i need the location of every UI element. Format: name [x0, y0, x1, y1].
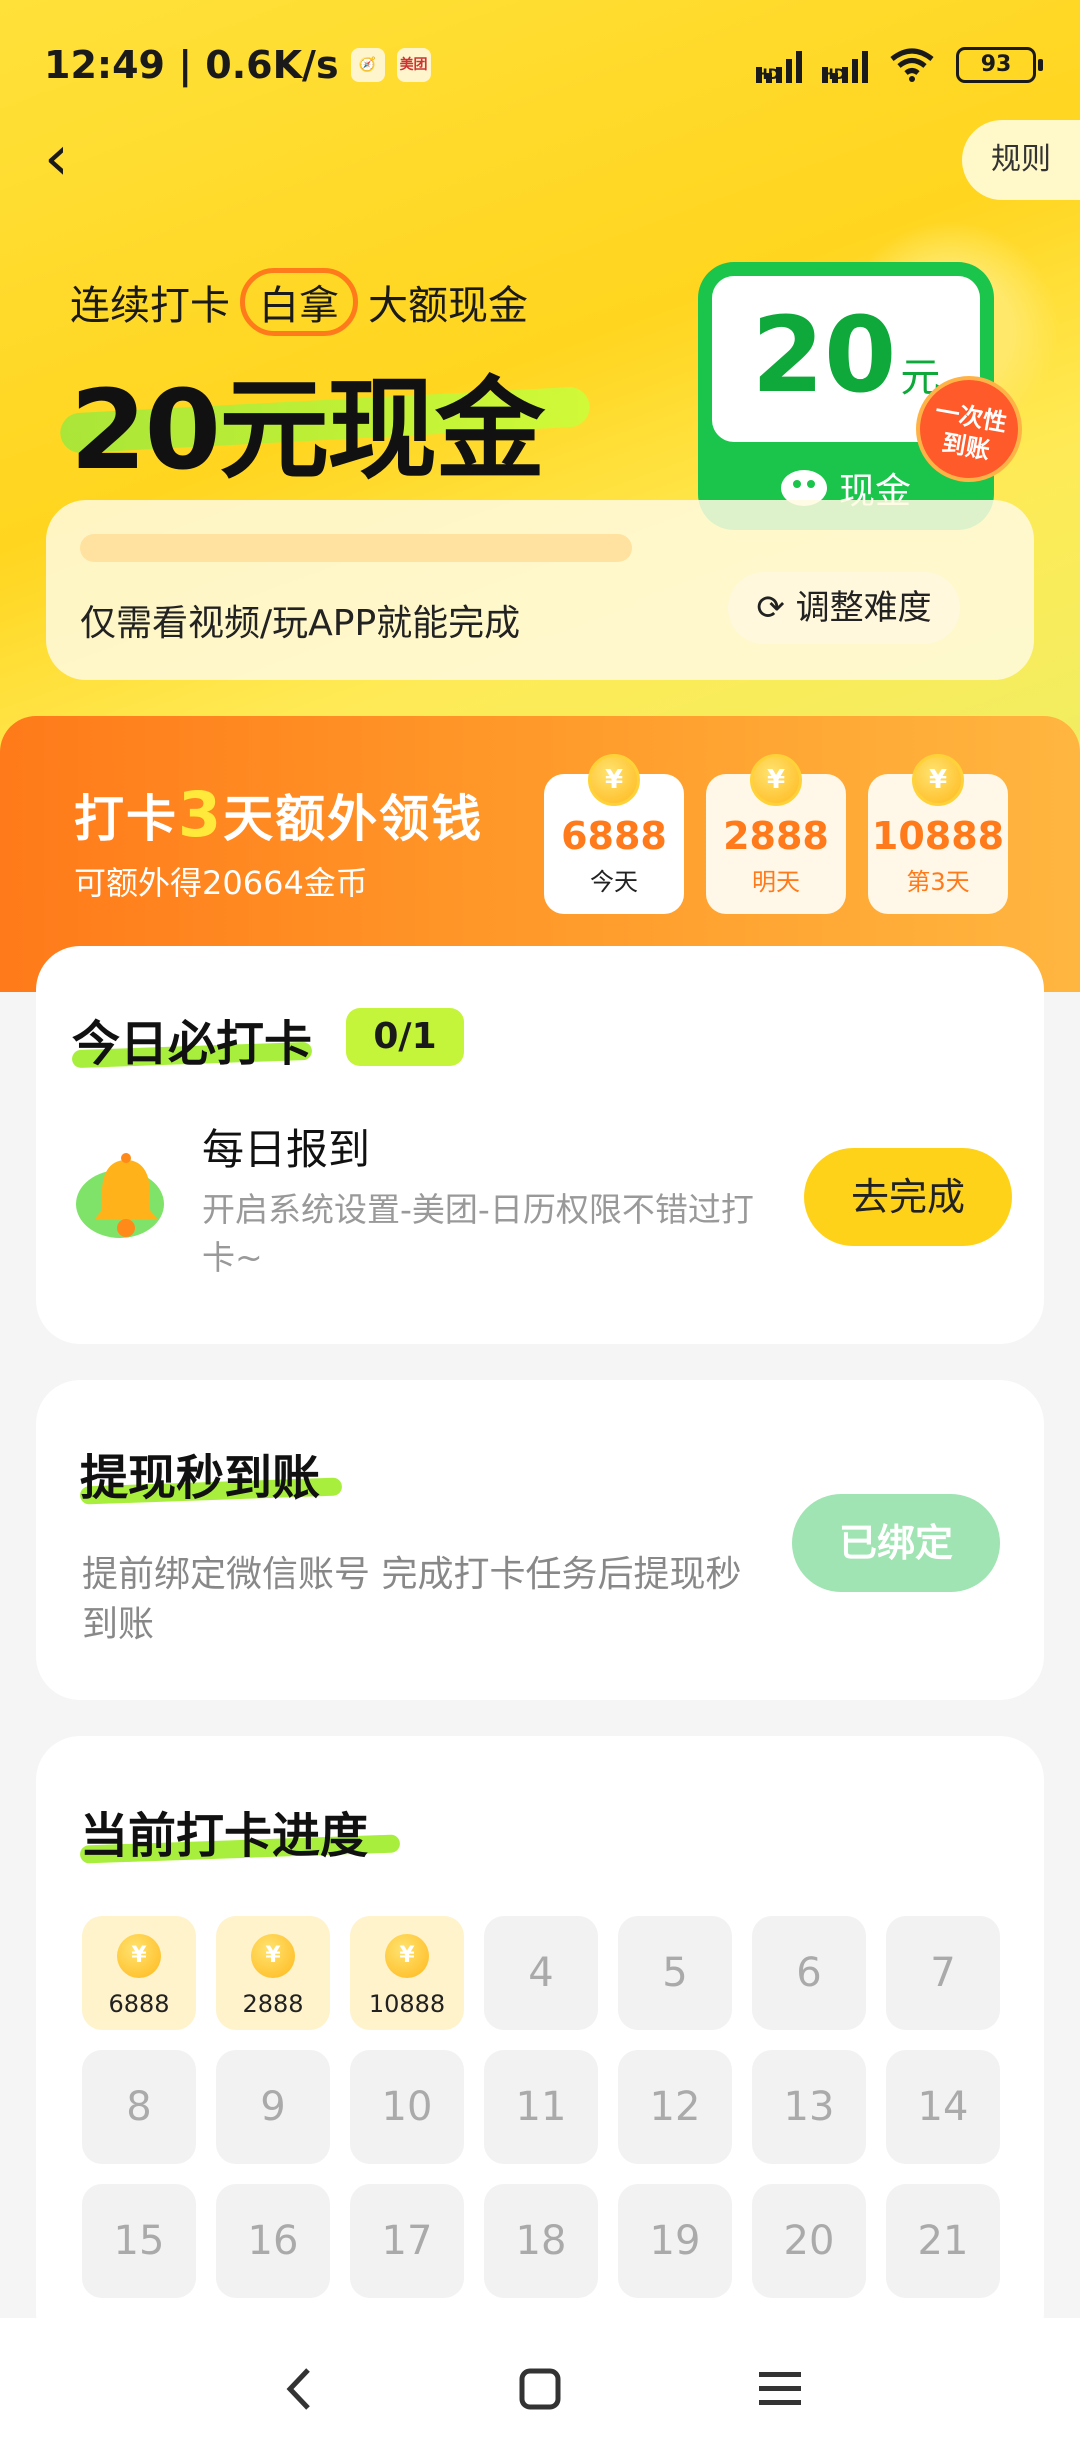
bonus-day-card: ¥ 10888 第3天	[868, 754, 1008, 914]
cash-amount: 20	[751, 294, 897, 416]
progress-cell-done: ¥10888	[350, 1916, 464, 2030]
progress-cell: 10	[350, 2050, 464, 2164]
menu-icon	[759, 2372, 801, 2405]
bound-button[interactable]: 已绑定	[792, 1494, 1000, 1592]
withdraw-desc: 提前绑定微信账号 完成打卡任务后提现秒到账	[82, 1554, 742, 1645]
bonus-day-label: 明天	[752, 868, 800, 896]
notification-app-icon: 🧭	[350, 48, 385, 82]
progress-cell-value: 10888	[368, 1990, 446, 2018]
coin-icon: ¥	[750, 754, 802, 806]
nav-home-button[interactable]	[500, 2349, 580, 2429]
status-time: 12:49 | 0.6K/s	[44, 43, 339, 87]
coin-icon: ¥	[117, 1934, 161, 1978]
bonus-day-value: 10888	[871, 814, 1005, 858]
bonus-title-prefix: 打卡	[74, 790, 178, 848]
checkin-item-title: 每日报到	[202, 1125, 371, 1174]
progress-cell-value: 6888	[108, 1990, 170, 2018]
progress-cell-value: 2888	[242, 1990, 304, 2018]
progress-cell: 7	[886, 1916, 1000, 2030]
progress-title: 当前打卡进度	[80, 1808, 369, 1864]
checkin-item-desc: 开启系统设置-美团-日历权限不错过打卡~	[202, 1190, 754, 1277]
progress-cell: 14	[886, 2050, 1000, 2164]
rules-button[interactable]: 规则	[962, 120, 1080, 200]
progress-cell: 13	[752, 2050, 866, 2164]
progress-cell: 11	[484, 2050, 598, 2164]
signal-icon-2: HD	[822, 47, 868, 83]
headline-sub-suffix: 大额现金	[368, 283, 528, 329]
progress-cell: 9	[216, 2050, 330, 2164]
task-hint: 仅需看视频/玩APP就能完成	[80, 603, 521, 644]
adjust-difficulty-button[interactable]: ⟳ 调整难度	[728, 572, 960, 644]
bonus-day-value: 2888	[723, 814, 829, 858]
coin-icon: ¥	[588, 754, 640, 806]
progress-cell: 21	[886, 2184, 1000, 2298]
meituan-app-icon: 美团	[396, 48, 431, 82]
bonus-day-label: 第3天	[906, 868, 970, 896]
progress-cell: 4	[484, 1916, 598, 2030]
bonus-subtitle: 可额外得20664金币	[74, 864, 368, 902]
progress-cell: 15	[82, 2184, 196, 2298]
daily-title: 今日必打卡	[72, 1016, 313, 1072]
bonus-title-num: 3	[178, 778, 224, 851]
headline-subtitle: 连续打卡 白拿 大额现金	[70, 268, 528, 336]
progress-cell: 17	[350, 2184, 464, 2298]
nav-back-button[interactable]	[260, 2349, 340, 2429]
signal-icon: HD	[756, 47, 802, 83]
nav-menu-button[interactable]	[740, 2349, 820, 2429]
progress-cell: 8	[82, 2050, 196, 2164]
battery-icon: 93	[956, 47, 1043, 83]
wifi-icon	[890, 48, 934, 82]
progress-bar	[80, 534, 632, 562]
progress-cell: 16	[216, 2184, 330, 2298]
bonus-title: 打卡3天额外领钱	[74, 778, 483, 851]
progress-cell: 12	[618, 2050, 732, 2164]
system-nav-bar	[0, 2318, 1080, 2460]
headline-sub-highlight: 白拿	[240, 268, 358, 336]
bell-icon	[76, 1153, 164, 1238]
progress-cell-done: ¥6888	[82, 1916, 196, 2030]
coin-icon: ¥	[385, 1934, 429, 1978]
bonus-day-card: ¥ 6888 今天	[544, 754, 684, 914]
progress-cell: 20	[752, 2184, 866, 2298]
progress-cell: 18	[484, 2184, 598, 2298]
refresh-icon: ⟳	[756, 588, 785, 628]
headline-title: 20元现金	[70, 366, 545, 494]
progress-cell: 6	[752, 1916, 866, 2030]
headline-sub-prefix: 连续打卡	[70, 283, 230, 329]
bonus-day-value: 6888	[561, 814, 667, 858]
bonus-day-card: ¥ 2888 明天	[706, 754, 846, 914]
bonus-day-label: 今天	[590, 868, 638, 896]
back-icon	[286, 2368, 310, 2410]
daily-count-badge: 0/1	[346, 1008, 464, 1066]
go-complete-button[interactable]: 去完成	[804, 1148, 1012, 1246]
home-icon	[519, 2368, 561, 2410]
coin-icon: ¥	[912, 754, 964, 806]
status-bar: 12:49 | 0.6K/s 🧭 美团 HD HD 93	[0, 0, 1080, 130]
withdraw-title: 提现秒到账	[80, 1450, 321, 1506]
progress-cell: 5	[618, 1916, 732, 2030]
adjust-difficulty-label: 调整难度	[795, 588, 932, 628]
back-button[interactable]: ‹	[44, 118, 104, 198]
coin-icon: ¥	[251, 1934, 295, 1978]
progress-cell: 19	[618, 2184, 732, 2298]
progress-cell-done: ¥2888	[216, 1916, 330, 2030]
bonus-title-suffix: 天额外领钱	[223, 790, 484, 848]
